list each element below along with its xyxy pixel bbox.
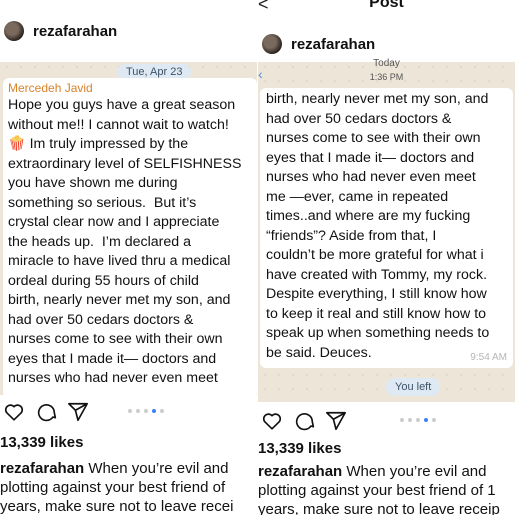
chat-time-label: 1:36 PM [369,72,404,82]
carousel-dot [144,409,148,413]
caption-line: plotting against your best friend of [0,479,226,496]
post-header: rezafarahan [0,0,257,62]
back-chevron-icon: ‹ [258,66,263,82]
caption-line: plotting against your best friend of 1 [258,482,496,499]
post-actions [0,401,257,423]
carousel-dot [432,418,436,422]
carousel-dot [128,409,132,413]
likes-count[interactable]: 13,339 likes [258,440,341,457]
share-icon[interactable] [66,401,90,423]
message-sender: Mercedeh Javid [8,81,93,95]
message-time: 9:54 AM [470,352,507,363]
caption-line: years, make sure not to leave receip [258,501,500,515]
heart-icon[interactable] [2,401,26,423]
avatar[interactable] [4,21,24,41]
right-post-panel: birth, nearly never met my son, and had … [258,0,515,515]
share-icon[interactable] [324,410,348,432]
comment-icon[interactable] [34,401,58,423]
carousel-dot [160,409,164,413]
post-actions [258,410,515,432]
carousel-dot [400,418,404,422]
message-text: birth, nearly never met my son, and had … [266,91,490,361]
post-caption: rezafarahan When you’re evil and plottin… [0,459,257,515]
post-header: rezafarahan [258,30,515,58]
carousel-dots [400,418,436,422]
chat-screenshot: birth, nearly never met my son, and had … [258,60,515,402]
caption-username[interactable]: rezafarahan [0,460,84,477]
caption-line: When you’re evil and [88,460,229,477]
message-text: Hope you guys have a great season withou… [8,97,242,386]
carousel-dots [128,409,164,413]
carousel-dot [136,409,140,413]
caption-line: years, make sure not to leave recei [0,498,234,515]
post-caption: rezafarahan When you’re evil and plottin… [258,462,515,515]
comment-icon[interactable] [292,410,316,432]
you-left-notice: You left [386,378,441,396]
chat-screenshot: Tue, Apr 23 Mercedeh Javid Hope you guys… [0,60,257,395]
post-top-bar: < Post rezafarahan [258,0,515,62]
caption-line: When you’re evil and [346,463,487,480]
carousel-dot [408,418,412,422]
likes-count[interactable]: 13,339 likes [0,434,83,451]
carousel-dot [416,418,420,422]
caption-username[interactable]: rezafarahan [258,463,342,480]
left-post-panel: rezafarahan Tue, Apr 23 Mercedeh Javid H… [0,0,257,515]
chat-day-label: Today [373,58,400,69]
carousel-dot-active [152,409,156,413]
message-bubble: Mercedeh Javid Hope you guys have a grea… [3,78,257,395]
post-username[interactable]: rezafarahan [33,23,117,40]
heart-icon[interactable] [260,410,284,432]
post-username[interactable]: rezafarahan [291,36,375,53]
avatar[interactable] [262,34,282,54]
page-title: Post [369,0,404,11]
carousel-dot-active [424,418,428,422]
message-bubble: birth, nearly never met my son, and had … [260,88,513,368]
